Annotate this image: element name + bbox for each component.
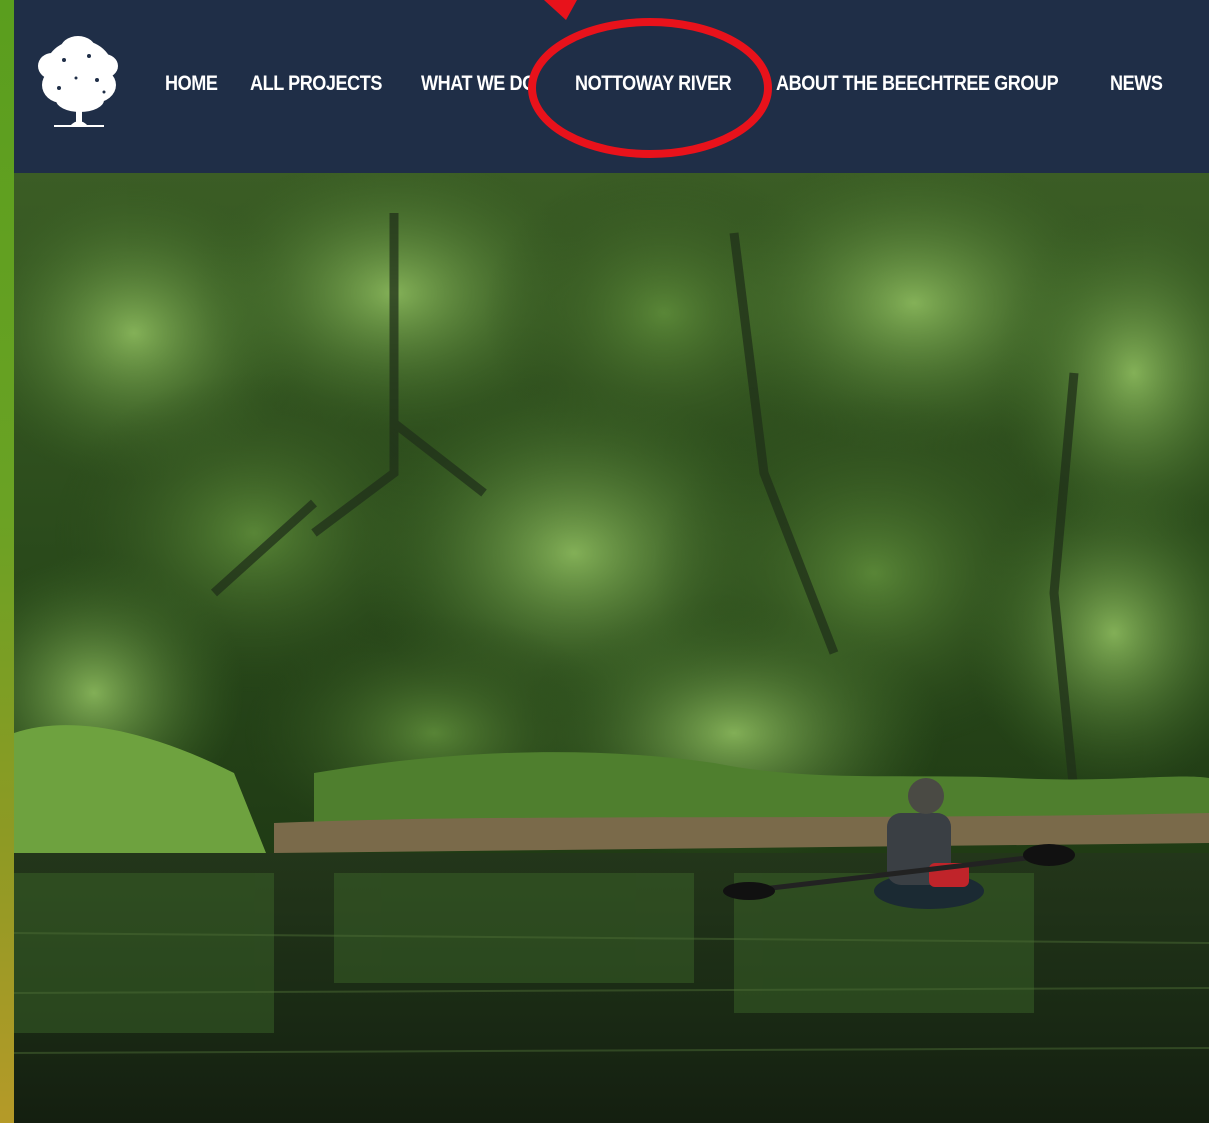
nav-all-projects[interactable]: ALL PROJECTS <box>250 72 382 96</box>
nav-news[interactable]: NEWS <box>1110 72 1163 96</box>
left-accent-bar <box>0 0 14 1123</box>
nav-home[interactable]: HOME <box>165 72 218 96</box>
site-header: HOME ALL PROJECTS WHAT WE DO NOTTOWAY RI… <box>14 0 1209 173</box>
nav-what-we-do[interactable]: WHAT WE DO <box>421 72 536 96</box>
nav-about-the-beechtree-group[interactable]: ABOUT THE BEECHTREE GROUP <box>776 72 1059 96</box>
hero-image <box>14 173 1209 1123</box>
tree-icon[interactable] <box>34 30 124 132</box>
nav-nottoway-river[interactable]: NOTTOWAY RIVER <box>575 72 732 96</box>
